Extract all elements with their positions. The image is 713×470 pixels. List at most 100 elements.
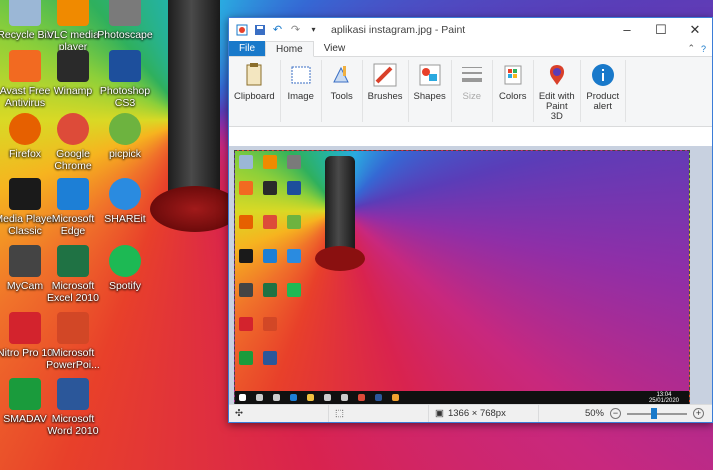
desktop-icon-label: Microsoft Word 2010 xyxy=(47,413,99,437)
umbrella-pole xyxy=(168,0,220,200)
shareit-icon xyxy=(109,178,141,210)
save-icon[interactable] xyxy=(253,23,266,36)
excel-icon xyxy=(57,245,89,277)
ribbon-group-product-alert[interactable]: Product alert xyxy=(581,60,626,122)
canvas-picpick-icon xyxy=(287,215,301,229)
help-icon[interactable]: ? xyxy=(701,44,706,54)
canvas-area: 13:04 25/01/2020 xyxy=(229,146,712,405)
canvas-mail-icon xyxy=(341,394,348,401)
desktop-icon[interactable]: Photoshop CS3 xyxy=(92,50,158,109)
ribbon-group-image[interactable]: Image xyxy=(281,60,322,122)
canvas-firefox-icon xyxy=(239,215,253,229)
ribbon-group-size[interactable]: Size xyxy=(452,60,493,122)
paint3d-icon xyxy=(542,60,572,90)
recycle-bin-icon xyxy=(9,0,41,26)
tab-view[interactable]: View xyxy=(314,41,356,56)
redo-icon[interactable]: ↷ xyxy=(289,23,302,36)
minimize-button[interactable]: – xyxy=(610,18,644,41)
ribbon-group-colors[interactable]: Colors xyxy=(493,60,534,122)
ribbon-group-brushes[interactable]: Brushes xyxy=(363,60,409,122)
vlc-icon xyxy=(57,0,89,26)
spotify-icon xyxy=(109,245,141,277)
canvas-photoscape-icon xyxy=(287,155,301,169)
ribbon-group-label: Image xyxy=(287,91,314,102)
word-icon xyxy=(57,378,89,410)
chrome-icon xyxy=(57,113,89,145)
avast-icon xyxy=(9,50,41,82)
canvas-search-icon xyxy=(256,394,263,401)
canvas-edge-icon xyxy=(290,394,297,401)
ribbon: Clipboard Image Tools Brushes Shapes Size Colo… xyxy=(229,57,712,127)
desktop-icon[interactable]: Spotify xyxy=(92,245,158,292)
canvas-taskview-icon xyxy=(273,394,280,401)
smadav-icon xyxy=(9,378,41,410)
file-tab[interactable]: File xyxy=(229,41,265,56)
desktop-icon[interactable]: Photoscape xyxy=(92,0,158,41)
umbrella-base xyxy=(150,186,240,232)
image-size-icon: ▣ xyxy=(435,408,444,419)
desktop-icon[interactable]: SHAREit xyxy=(92,178,158,225)
winamp-icon xyxy=(57,50,89,82)
paint-app-icon xyxy=(235,23,248,36)
zoom-slider[interactable] xyxy=(627,407,687,419)
canvas-start-icon xyxy=(239,394,246,401)
canvas-excel-icon xyxy=(263,283,277,297)
status-bar: ✣ ⬚ ▣ 1366 × 768px 50% − + xyxy=(229,404,712,422)
desktop-icon-label: Photoshop CS3 xyxy=(99,85,151,109)
ribbon-group-label: Clipboard xyxy=(234,91,275,102)
ribbon-group-clipboard[interactable]: Clipboard xyxy=(229,60,281,122)
selection-size-cell: ⬚ xyxy=(329,405,429,422)
paint-window: ↶ ↷ ▾ aplikasi instagram.jpg - Paint – ☐… xyxy=(228,17,713,423)
ribbon-group-shapes[interactable]: Shapes xyxy=(409,60,452,122)
maximize-button[interactable]: ☐ xyxy=(644,18,678,41)
desktop-icon[interactable]: Microsoft PowerPoi... xyxy=(40,312,106,371)
image-dimensions: 1366 × 768px xyxy=(447,408,506,419)
powerpoint-icon xyxy=(57,312,89,344)
ribbon-group-label: Product alert xyxy=(586,91,620,112)
zoom-level: 50% xyxy=(584,408,604,419)
photoshop-icon xyxy=(109,50,141,82)
tools-icon xyxy=(327,60,357,90)
product-alert-icon xyxy=(588,60,618,90)
ribbon-group-label: Edit with Paint 3D xyxy=(538,91,575,122)
canvas-mycam-icon xyxy=(239,283,253,297)
size-icon xyxy=(457,60,487,90)
ribbon-group-label: Colors xyxy=(499,91,527,102)
canvas-avast-icon xyxy=(239,181,253,195)
canvas-winamp-icon xyxy=(263,181,277,195)
collapse-ribbon-icon[interactable]: ⌃ xyxy=(687,43,695,54)
desktop-icon[interactable]: Microsoft Word 2010 xyxy=(40,378,106,437)
ribbon-group-edit-with-paint-3d[interactable]: Edit with Paint 3D xyxy=(534,60,581,122)
customize-quick-access-icon[interactable]: ▾ xyxy=(307,23,320,36)
zoom-control: 50% − + xyxy=(584,407,712,419)
ribbon-group-label: Tools xyxy=(330,91,353,102)
canvas-app-icon xyxy=(392,394,399,401)
canvas-umbrella-base xyxy=(315,246,365,271)
desktop-icon-label: SHAREit xyxy=(104,213,146,225)
selection-size-icon: ⬚ xyxy=(335,408,344,419)
desktop-icon[interactable]: picpick xyxy=(92,113,158,160)
canvas-image[interactable]: 13:04 25/01/2020 xyxy=(234,150,690,405)
undo-icon[interactable]: ↶ xyxy=(271,23,284,36)
zoom-slider-thumb[interactable] xyxy=(651,407,657,419)
firefox-icon xyxy=(9,113,41,145)
zoom-out-button[interactable]: − xyxy=(610,408,621,419)
ribbon-group-tools[interactable]: Tools xyxy=(322,60,363,122)
colors-icon xyxy=(498,60,528,90)
desktop-icon-label: Photoscape xyxy=(97,29,153,41)
canvas-clock: 13:04 25/01/2020 xyxy=(648,391,679,404)
canvas-recycle-bin-icon xyxy=(239,155,253,169)
clipboard-icon xyxy=(239,60,269,90)
canvas-photoshop-icon xyxy=(287,181,301,195)
canvas-nitro-icon xyxy=(239,317,253,331)
window-title: aplikasi instagram.jpg - Paint xyxy=(331,23,466,36)
canvas-folder-icon xyxy=(307,394,314,401)
nitro-icon xyxy=(9,312,41,344)
shapes-icon xyxy=(415,60,445,90)
desktop-icon-label: Microsoft PowerPoi... xyxy=(46,347,100,371)
close-button[interactable]: ✕ xyxy=(678,18,712,41)
tab-home[interactable]: Home xyxy=(265,41,314,57)
canvas-chrome-icon xyxy=(263,215,277,229)
canvas-word-icon xyxy=(263,351,277,365)
zoom-in-button[interactable]: + xyxy=(693,408,704,419)
